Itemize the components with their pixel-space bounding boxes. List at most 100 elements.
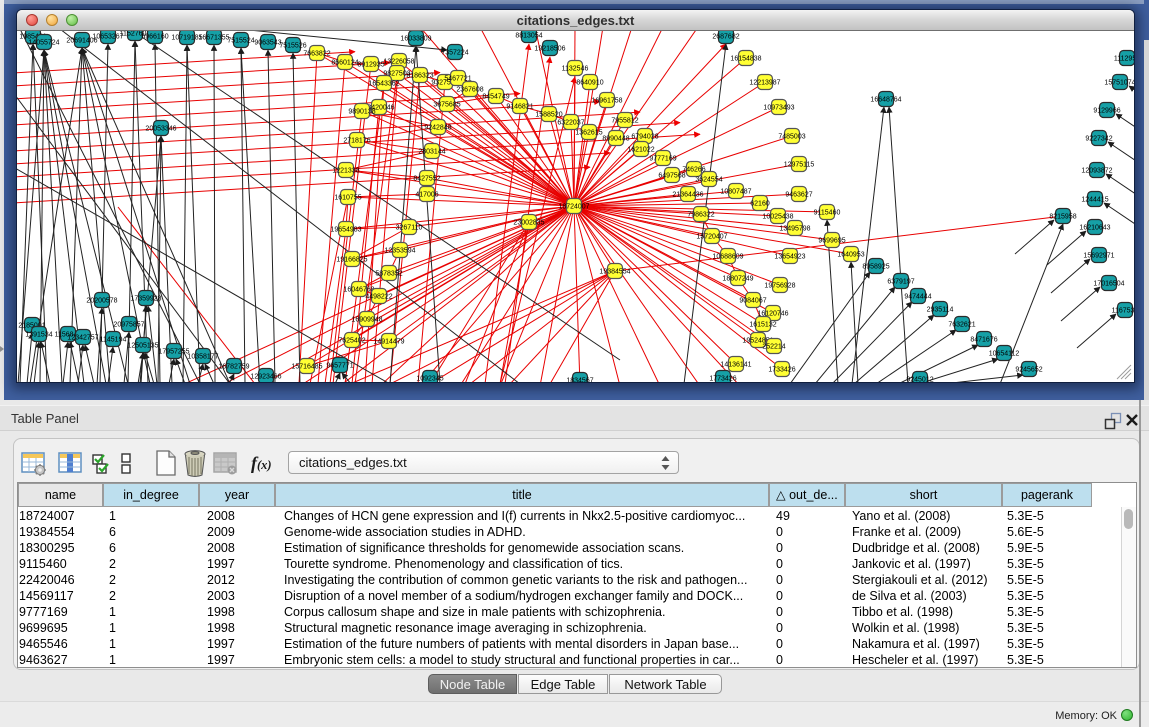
svg-text:1773426: 1773426 <box>709 376 736 383</box>
svg-text:8186323: 8186323 <box>406 73 433 80</box>
svg-text:6379197: 6379197 <box>887 279 914 286</box>
svg-text:13226058: 13226058 <box>383 59 414 66</box>
svg-text:12213987: 12213987 <box>749 80 780 87</box>
svg-text:12923466: 12923466 <box>250 374 281 381</box>
svg-text:7357224: 7357224 <box>441 50 468 57</box>
svg-text:2803144: 2803144 <box>418 149 445 156</box>
svg-text:6322037: 6322037 <box>557 120 584 127</box>
svg-text:2718176: 2718176 <box>343 138 370 145</box>
svg-text:7515524: 7515524 <box>227 38 254 45</box>
svg-text:5878352: 5878352 <box>375 271 402 278</box>
svg-text:6794028: 6794028 <box>631 134 658 141</box>
svg-text:19654983: 19654983 <box>330 227 361 234</box>
svg-text:9146821: 9146821 <box>506 104 533 111</box>
svg-text:4498222: 4498222 <box>365 294 392 301</box>
svg-text:1615132: 1615132 <box>749 322 776 329</box>
svg-text:12505135: 12505135 <box>127 343 158 350</box>
svg-text:10973493: 10973493 <box>763 105 794 112</box>
svg-text:19756928: 19756928 <box>764 283 795 290</box>
svg-text:1391534: 1391534 <box>25 332 52 339</box>
svg-text:10654112: 10654112 <box>989 351 1020 358</box>
svg-text:9777169: 9777169 <box>649 156 676 163</box>
svg-text:12353594: 12353594 <box>384 248 415 255</box>
svg-text:8660124: 8660124 <box>331 60 358 67</box>
svg-text:16909948: 16909948 <box>351 317 382 324</box>
svg-text:14055724: 14055724 <box>28 40 59 47</box>
svg-text:7955812: 7955812 <box>611 118 638 125</box>
svg-text:9245652: 9245652 <box>1015 367 1042 374</box>
svg-text:12975115: 12975115 <box>784 162 815 169</box>
svg-text:9474444: 9474444 <box>904 294 931 301</box>
svg-text:7625402: 7625402 <box>338 338 365 345</box>
svg-text:8813054: 8813054 <box>515 33 542 40</box>
svg-text:62160: 62160 <box>750 201 770 208</box>
svg-text:9699695: 9699695 <box>818 238 845 245</box>
svg-text:417006: 417006 <box>415 192 438 199</box>
svg-text:8912935: 8912935 <box>357 62 384 69</box>
svg-text:14136141: 14136141 <box>720 362 751 369</box>
svg-text:16543362: 16543362 <box>368 81 399 88</box>
svg-text:8471676: 8471676 <box>970 337 997 344</box>
svg-text:7515526: 7515526 <box>279 43 306 50</box>
svg-text:8454749: 8454749 <box>482 94 509 101</box>
svg-text:17359928: 17359928 <box>130 296 161 303</box>
svg-text:1610755: 1610755 <box>334 195 361 202</box>
svg-text:13654923: 13654923 <box>774 254 805 261</box>
svg-text:7632621: 7632621 <box>948 322 975 329</box>
svg-text:1221338: 1221338 <box>332 168 359 175</box>
svg-text:1167534: 1167534 <box>1112 308 1134 315</box>
svg-text:9245012: 9245012 <box>906 377 933 383</box>
svg-text:2935114: 2935114 <box>927 307 954 314</box>
svg-text:8427552: 8427552 <box>413 176 440 183</box>
svg-text:14914479: 14914479 <box>373 339 404 346</box>
svg-text:17016504: 17016504 <box>1093 281 1124 288</box>
svg-text:8990448: 8990448 <box>602 136 629 143</box>
svg-text:16671355: 16671355 <box>198 35 229 42</box>
svg-text:7663822: 7663822 <box>303 51 330 58</box>
svg-text:16046768: 16046768 <box>343 287 374 294</box>
svg-text:1244415: 1244415 <box>1081 197 1108 204</box>
svg-text:8958925: 8958925 <box>862 264 889 271</box>
svg-text:1092345: 1092345 <box>416 376 443 383</box>
svg-text:17957255: 17957255 <box>158 349 189 356</box>
svg-text:9063543: 9063543 <box>254 40 281 47</box>
svg-text:20053346: 20053346 <box>145 126 176 133</box>
svg-text:9084067: 9084067 <box>739 298 766 305</box>
svg-text:16961758: 16961758 <box>591 98 622 105</box>
svg-text:1640953: 1640953 <box>837 252 864 259</box>
svg-text:15751074: 15751074 <box>1104 80 1134 87</box>
svg-text:9890138: 9890138 <box>348 109 375 116</box>
svg-text:1733426: 1733426 <box>768 367 795 374</box>
svg-text:3624554: 3624554 <box>695 177 722 184</box>
svg-text:16210643: 16210643 <box>1079 225 1110 232</box>
svg-text:7485003: 7485003 <box>778 134 805 141</box>
svg-text:15720407: 15720407 <box>696 234 727 241</box>
svg-text:18807249: 18807249 <box>722 276 753 283</box>
svg-text:2367608: 2367608 <box>456 87 483 94</box>
svg-text:1621022: 1621022 <box>627 147 654 154</box>
svg-text:16033809: 16033809 <box>400 36 431 43</box>
svg-text:10688609: 10688609 <box>712 254 743 261</box>
svg-text:20975857: 20975857 <box>113 322 144 329</box>
svg-text:10807487: 10807487 <box>720 189 751 196</box>
svg-text:2687682: 2687682 <box>712 34 739 41</box>
svg-text:1132546: 1132546 <box>562 66 589 73</box>
svg-text:7986322: 7986322 <box>687 212 714 219</box>
svg-text:8215958: 8215958 <box>1049 214 1076 221</box>
svg-text:8640910: 8640910 <box>576 80 603 87</box>
svg-text:13495798: 13495798 <box>779 226 810 233</box>
svg-text:9129966: 9129966 <box>1093 108 1120 115</box>
svg-text:9242848: 9242848 <box>424 125 451 132</box>
svg-text:6966160: 6966160 <box>141 34 168 41</box>
svg-text:19218506: 19218506 <box>534 46 565 53</box>
svg-text:20200578: 20200578 <box>86 298 117 305</box>
svg-text:9463627: 9463627 <box>785 192 812 199</box>
svg-text:15716485: 15716485 <box>291 364 322 371</box>
svg-text:19384554: 19384554 <box>599 269 630 276</box>
svg-text:10358177: 10358177 <box>187 354 218 361</box>
svg-text:12342757: 12342757 <box>67 335 98 342</box>
svg-text:19166825: 19166825 <box>336 257 367 264</box>
svg-text:252214: 252214 <box>762 344 785 351</box>
svg-text:16782759: 16782759 <box>218 364 249 371</box>
svg-text:15692971: 15692971 <box>1083 253 1114 260</box>
